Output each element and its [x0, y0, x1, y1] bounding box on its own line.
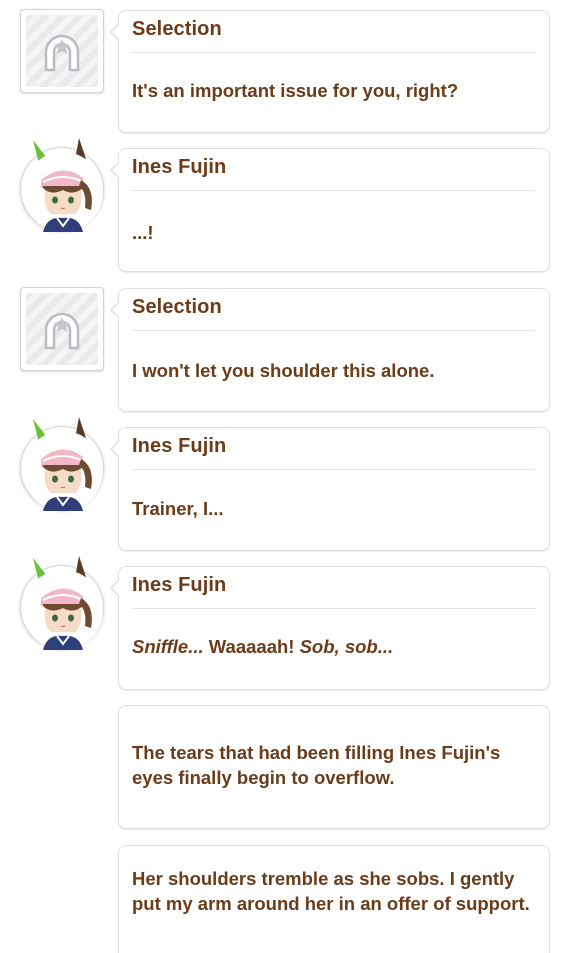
dialogue-text: I won't let you shoulder this alone.	[132, 360, 435, 381]
ines-fujin-portrait	[23, 556, 103, 650]
ines-fujin-portrait	[23, 138, 103, 232]
dialogue-text: It's an important issue for you, right?	[132, 80, 459, 101]
speaker-name: Ines Fujin	[132, 574, 227, 596]
divider	[132, 52, 535, 53]
speaker-name: Selection	[132, 296, 222, 318]
dialogue-text: Trainer, I...	[132, 498, 224, 519]
narration-bubble: The tears that had been filling Ines Fuj…	[118, 705, 550, 829]
divider	[132, 469, 535, 470]
ines-fujin-portrait	[23, 417, 103, 511]
dialogue-bubble: Ines Fujin Sniffle... Waaaaah! Sob, sob.…	[110, 566, 550, 690]
divider	[132, 608, 535, 609]
story-log[interactable]: Selection It's an important issue for yo…	[0, 0, 568, 953]
dialogue-text: ...!	[132, 222, 154, 243]
narration-text: Her shoulders tremble as she sobs. I gen…	[132, 868, 530, 914]
divider	[132, 190, 535, 191]
dialogue-text-plain: Waaaaah!	[203, 636, 300, 657]
narration-text: The tears that had been filling Ines Fuj…	[132, 742, 501, 788]
dialogue-text-italic: Sniffle...	[132, 636, 204, 657]
dialogue-text: Sniffle... Waaaaah! Sob, sob...	[132, 634, 533, 659]
dialogue-bubble: Selection It's an important issue for yo…	[110, 10, 550, 133]
divider	[132, 330, 535, 331]
character-avatar	[20, 417, 104, 511]
selection-avatar	[20, 287, 104, 371]
dialogue-text-italic: Sob, sob...	[299, 636, 394, 657]
dialogue-bubble: Ines Fujin ...!	[110, 148, 550, 272]
selection-avatar	[20, 9, 104, 93]
horseshoe-star-icon	[44, 312, 80, 350]
speaker-name: Ines Fujin	[132, 435, 227, 457]
character-avatar	[20, 138, 104, 232]
narration-bubble: Her shoulders tremble as she sobs. I gen…	[118, 845, 550, 953]
speaker-name: Selection	[132, 18, 222, 40]
dialogue-bubble: Ines Fujin Trainer, I...	[110, 427, 550, 551]
speaker-name: Ines Fujin	[132, 156, 227, 178]
horseshoe-star-icon	[44, 34, 80, 72]
dialogue-bubble: Selection I won't let you shoulder this …	[110, 288, 550, 412]
character-avatar	[20, 556, 104, 650]
